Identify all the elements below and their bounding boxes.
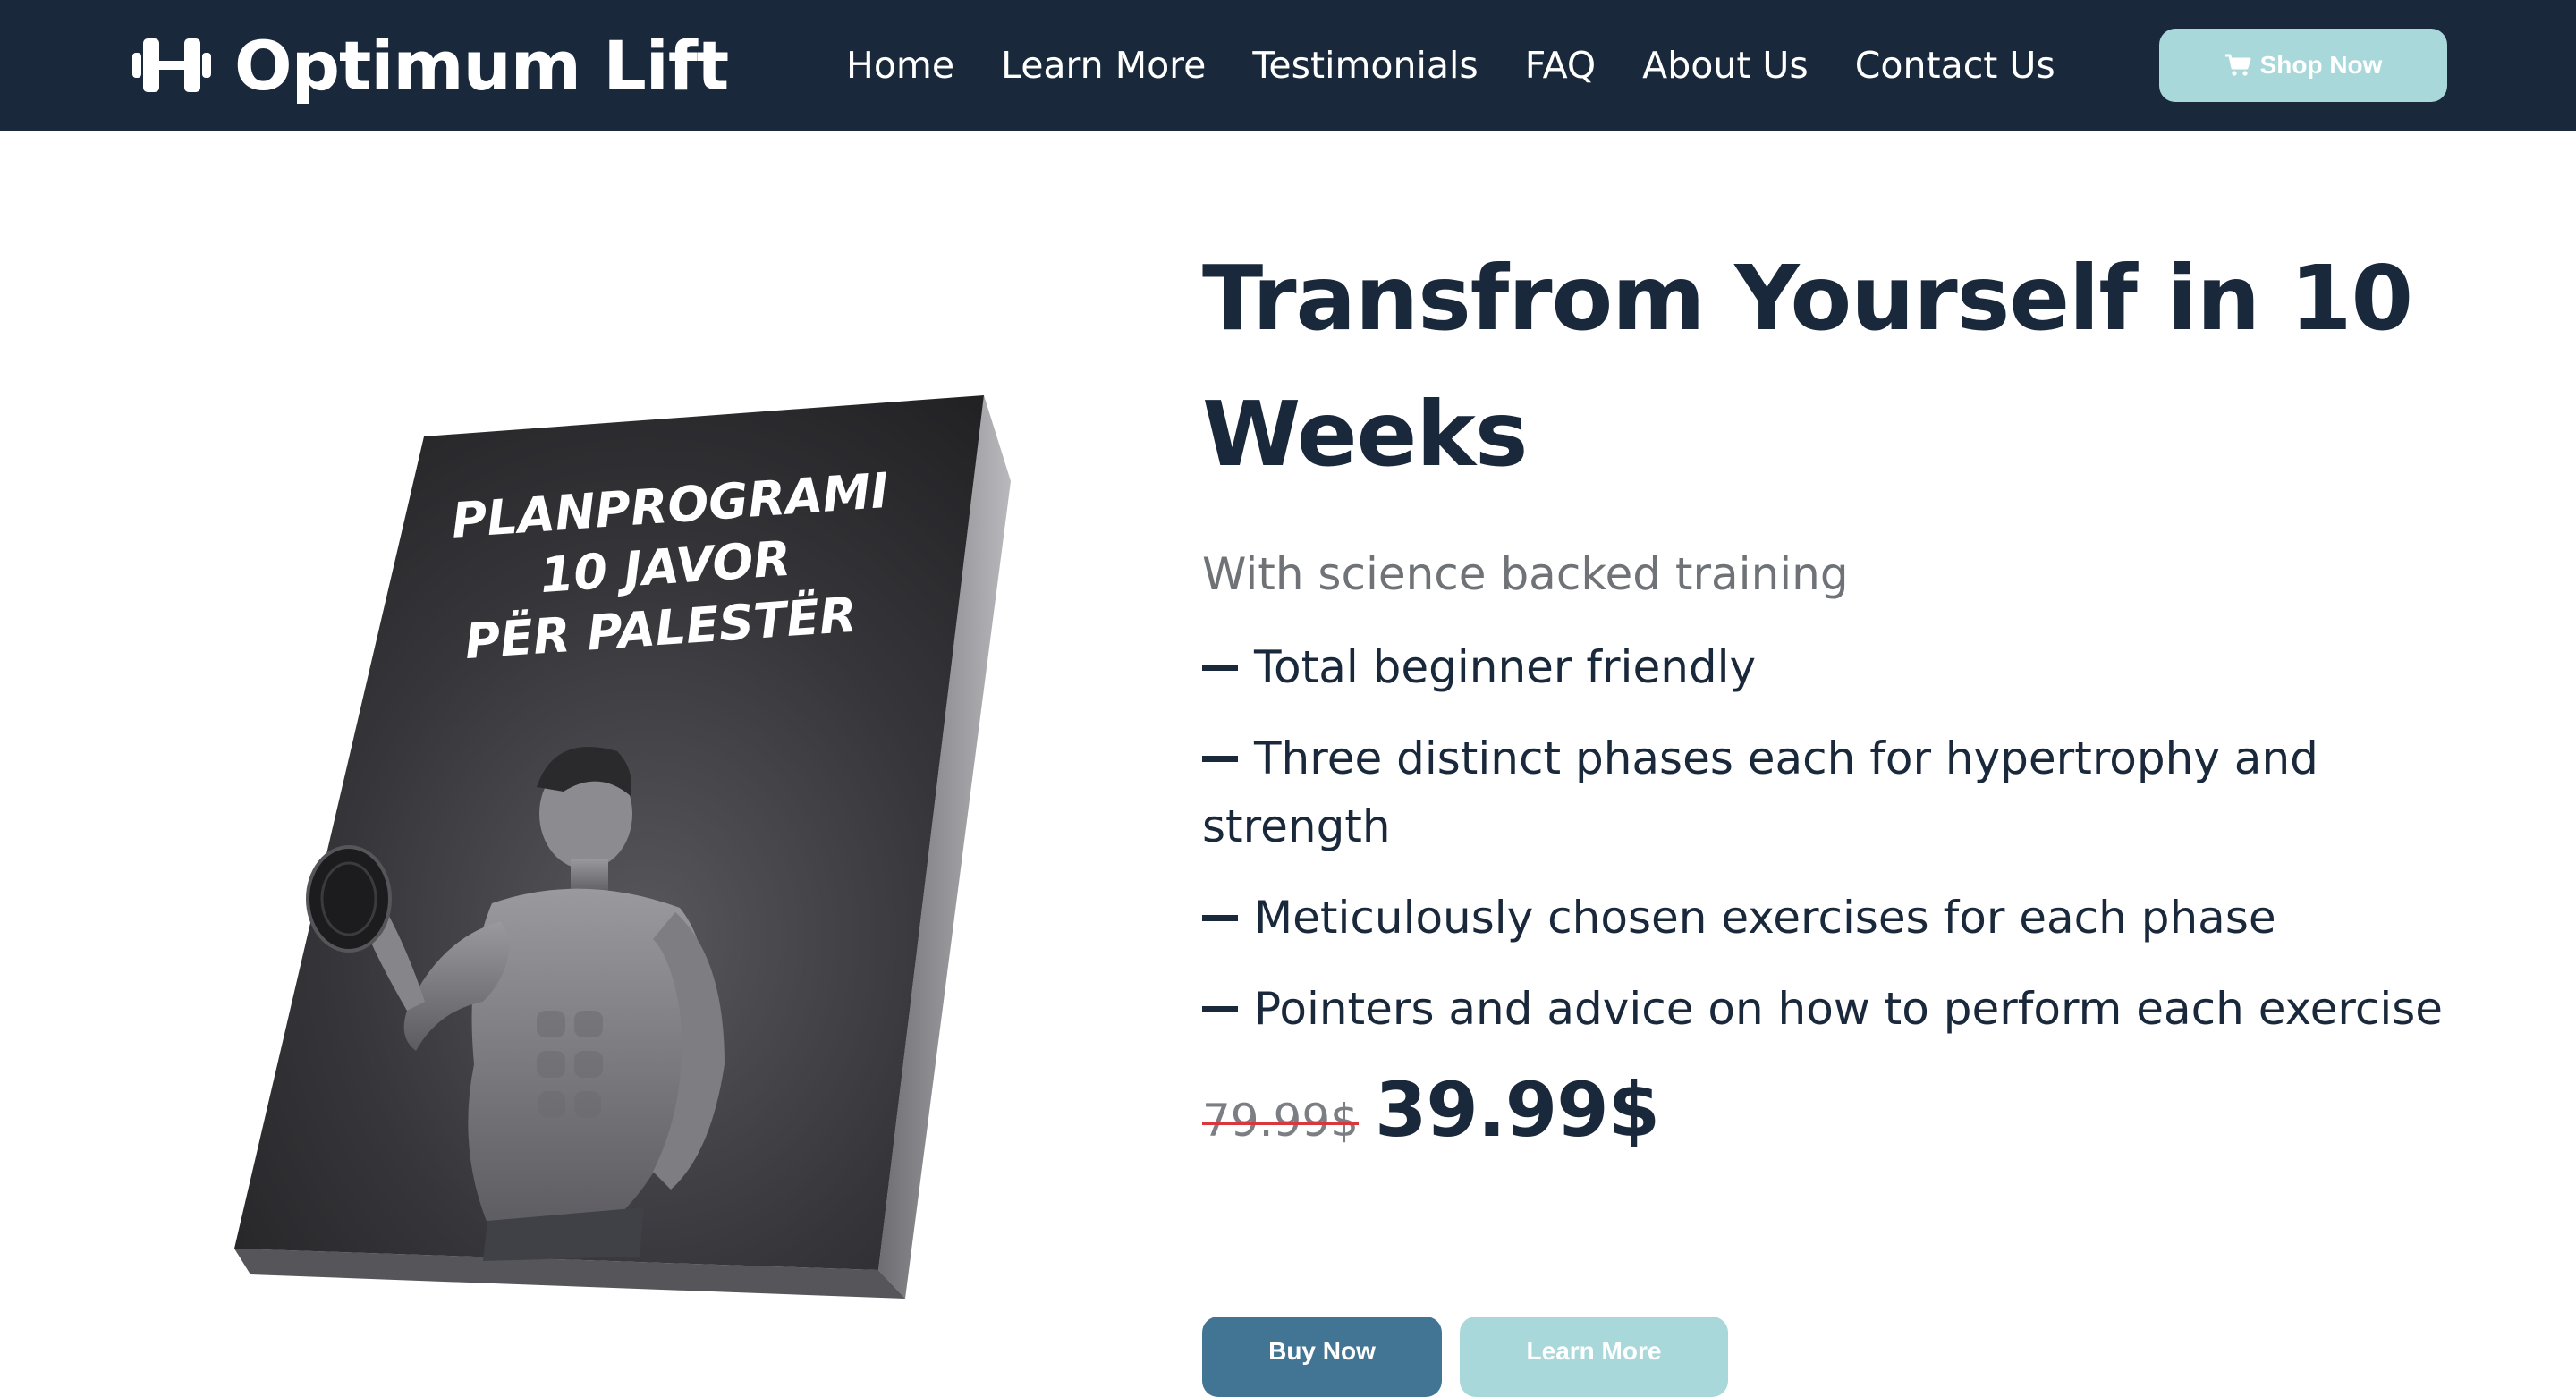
feature-list: Total beginner friendly Three distinct p… [1202,633,2445,1043]
nav-link-contact-us[interactable]: Contact Us [1855,44,2055,87]
hero-title: Transfrom Yourself in 10 Weeks [1202,246,2413,487]
feature-item: Pointers and advice on how to perform ea… [1202,975,2445,1043]
shop-now-button[interactable]: Shop Now [2159,29,2447,102]
feature-item: Three distinct phases each for hypertrop… [1202,724,2445,860]
nav-link-learn-more[interactable]: Learn More [1001,44,1206,87]
feature-text: Total beginner friendly [1254,641,1757,693]
navbar: Optimum Lift Home Learn More Testimonial… [0,0,2576,131]
brand-logo[interactable]: Optimum Lift [129,0,729,131]
nav-link-about-us[interactable]: About Us [1642,44,1809,87]
nav-link-testimonials[interactable]: Testimonials [1252,44,1478,87]
feature-item: Total beginner friendly [1202,633,2445,701]
feature-item: Meticulously chosen exercises for each p… [1202,884,2445,952]
shop-now-label: Shop Now [2259,51,2383,79]
cta-buttons: Buy Now Learn More [1202,1317,1728,1397]
book-cover-image: PLANPROGRAMI 10 JAVOR PËR PALESTËR [224,385,1029,1306]
feature-text: Pointers and advice on how to perform ea… [1254,983,2444,1035]
feature-text: Three distinct phases each for hypertrop… [1202,732,2318,852]
hero-subtitle: With science backed training [1202,548,1849,600]
price-row: 79.99$ 39.99$ [1202,1066,2445,1154]
old-price: 79.99$ [1202,1095,1359,1147]
nav-link-home[interactable]: Home [846,44,954,87]
main-nav: Home Learn More Testimonials FAQ About U… [846,0,2055,131]
dash-icon [1202,1006,1238,1012]
nav-link-faq[interactable]: FAQ [1525,44,1596,87]
buy-now-button[interactable]: Buy Now [1202,1317,1442,1397]
dash-icon [1202,915,1238,921]
dumbbell-icon [132,38,211,92]
hero-section: Transfrom Yourself in 10 Weeks With scie… [1202,231,2445,1154]
book-illustration: PLANPROGRAMI 10 JAVOR PËR PALESTËR [234,395,1011,1299]
new-price: 39.99$ [1374,1066,1660,1154]
dash-icon [1202,665,1238,671]
dash-icon [1202,756,1238,762]
cart-icon [2224,54,2251,76]
feature-text: Meticulously chosen exercises for each p… [1254,892,2276,944]
brand-name: Optimum Lift [234,25,729,106]
learn-more-button[interactable]: Learn More [1460,1317,1728,1397]
